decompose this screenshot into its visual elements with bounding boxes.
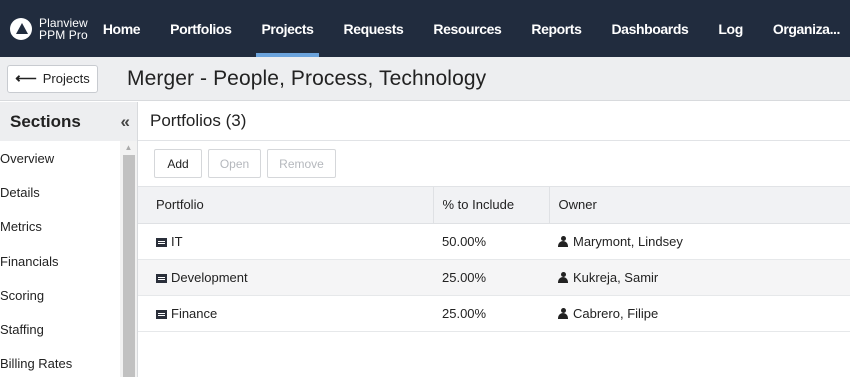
- include-cell: 25.00%: [433, 259, 549, 296]
- main-content: Portfolios (3) Add Open Remove Portfolio…: [138, 102, 850, 377]
- sections-sidebar: Sections « Overview Details Metrics Fina…: [0, 102, 138, 377]
- back-to-projects-button[interactable]: ⟵ Projects: [7, 64, 98, 93]
- owner-cell: Cabrero, Filipe: [549, 295, 850, 332]
- planview-logo[interactable]: Planview PPM Pro: [0, 0, 88, 57]
- column-header-include[interactable]: % to Include: [432, 187, 549, 224]
- sidebar-item-scoring[interactable]: Scoring: [0, 278, 137, 312]
- nav-portfolios[interactable]: Portfolios: [155, 0, 246, 57]
- sidebar-item-billing-rates[interactable]: Billing Rates: [0, 347, 137, 381]
- portfolios-table: Portfolio % to Include Owner IT 50.00% M…: [138, 187, 850, 332]
- back-arrow-icon: ⟵: [15, 69, 37, 87]
- portfolio-cell[interactable]: Finance: [138, 295, 433, 332]
- add-button[interactable]: Add: [154, 149, 202, 178]
- portfolio-icon: [156, 237, 167, 247]
- column-header-portfolio[interactable]: Portfolio: [138, 187, 433, 224]
- owner-name: Cabrero, Filipe: [573, 305, 659, 321]
- owner-name: Kukreja, Samir: [573, 269, 659, 285]
- page-title: Merger - People, Process, Technology: [127, 66, 487, 90]
- sidebar-item-overview[interactable]: Overview: [0, 141, 137, 175]
- open-button[interactable]: Open: [208, 149, 261, 178]
- planview-logo-icon: [10, 17, 32, 40]
- collapse-sidebar-icon[interactable]: «: [121, 112, 130, 132]
- scrollbar-thumb[interactable]: [123, 155, 135, 377]
- portfolio-name: Finance: [171, 305, 218, 321]
- person-icon: [558, 307, 568, 319]
- table-row[interactable]: Development 25.00% Kukreja, Samir: [138, 259, 850, 296]
- owner-cell: Kukreja, Samir: [549, 259, 850, 296]
- nav-organization[interactable]: Organiza...: [758, 0, 850, 57]
- logo-line1: Planview: [39, 15, 88, 30]
- logo-line2: PPM Pro: [39, 27, 88, 42]
- portfolio-cell[interactable]: IT: [138, 223, 433, 260]
- owner-name: Marymont, Lindsey: [573, 233, 683, 249]
- sidebar-scrollbar[interactable]: ▲: [120, 141, 137, 377]
- nav-resources[interactable]: Resources: [418, 0, 516, 57]
- nav-requests[interactable]: Requests: [329, 0, 419, 57]
- include-cell: 50.00%: [433, 223, 549, 260]
- nav-dashboards[interactable]: Dashboards: [596, 0, 703, 57]
- nav-home[interactable]: Home: [88, 0, 155, 57]
- nav-log[interactable]: Log: [703, 0, 757, 57]
- portfolio-toolbar: Add Open Remove: [138, 141, 850, 187]
- include-cell: 25.00%: [433, 295, 549, 332]
- nav-reports[interactable]: Reports: [516, 0, 596, 57]
- person-icon: [558, 271, 568, 283]
- sidebar-item-financials[interactable]: Financials: [0, 244, 137, 278]
- sidebar-item-metrics[interactable]: Metrics: [0, 210, 137, 244]
- scroll-up-icon[interactable]: ▲: [120, 143, 137, 153]
- portfolio-icon: [156, 273, 167, 283]
- sidebar-list: Overview Details Metrics Financials Scor…: [0, 141, 137, 381]
- owner-cell: Marymont, Lindsey: [549, 223, 850, 260]
- sidebar-item-staffing[interactable]: Staffing: [0, 312, 137, 346]
- portfolio-name: Development: [171, 269, 248, 285]
- table-row[interactable]: IT 50.00% Marymont, Lindsey: [138, 223, 850, 260]
- table-row[interactable]: Finance 25.00% Cabrero, Filipe: [138, 295, 850, 332]
- title-bar: ⟵ Projects Merger - People, Process, Tec…: [0, 57, 850, 101]
- sidebar-header: Sections «: [0, 102, 137, 141]
- remove-button[interactable]: Remove: [267, 149, 336, 178]
- top-nav-bar: Planview PPM Pro Home Portfolios Project…: [0, 0, 850, 57]
- table-header-row: Portfolio % to Include Owner: [138, 187, 850, 224]
- person-icon: [558, 235, 568, 247]
- sidebar-item-details[interactable]: Details: [0, 175, 137, 209]
- column-header-owner[interactable]: Owner: [548, 187, 850, 224]
- sidebar-title: Sections: [10, 111, 81, 131]
- portfolio-icon: [156, 309, 167, 319]
- logo-text: Planview PPM Pro: [39, 17, 88, 41]
- back-button-label: Projects: [42, 71, 90, 86]
- portfolio-name: IT: [171, 233, 183, 249]
- nav-projects[interactable]: Projects: [246, 0, 328, 57]
- portfolios-heading: Portfolios (3): [138, 102, 850, 141]
- portfolio-cell[interactable]: Development: [138, 259, 433, 296]
